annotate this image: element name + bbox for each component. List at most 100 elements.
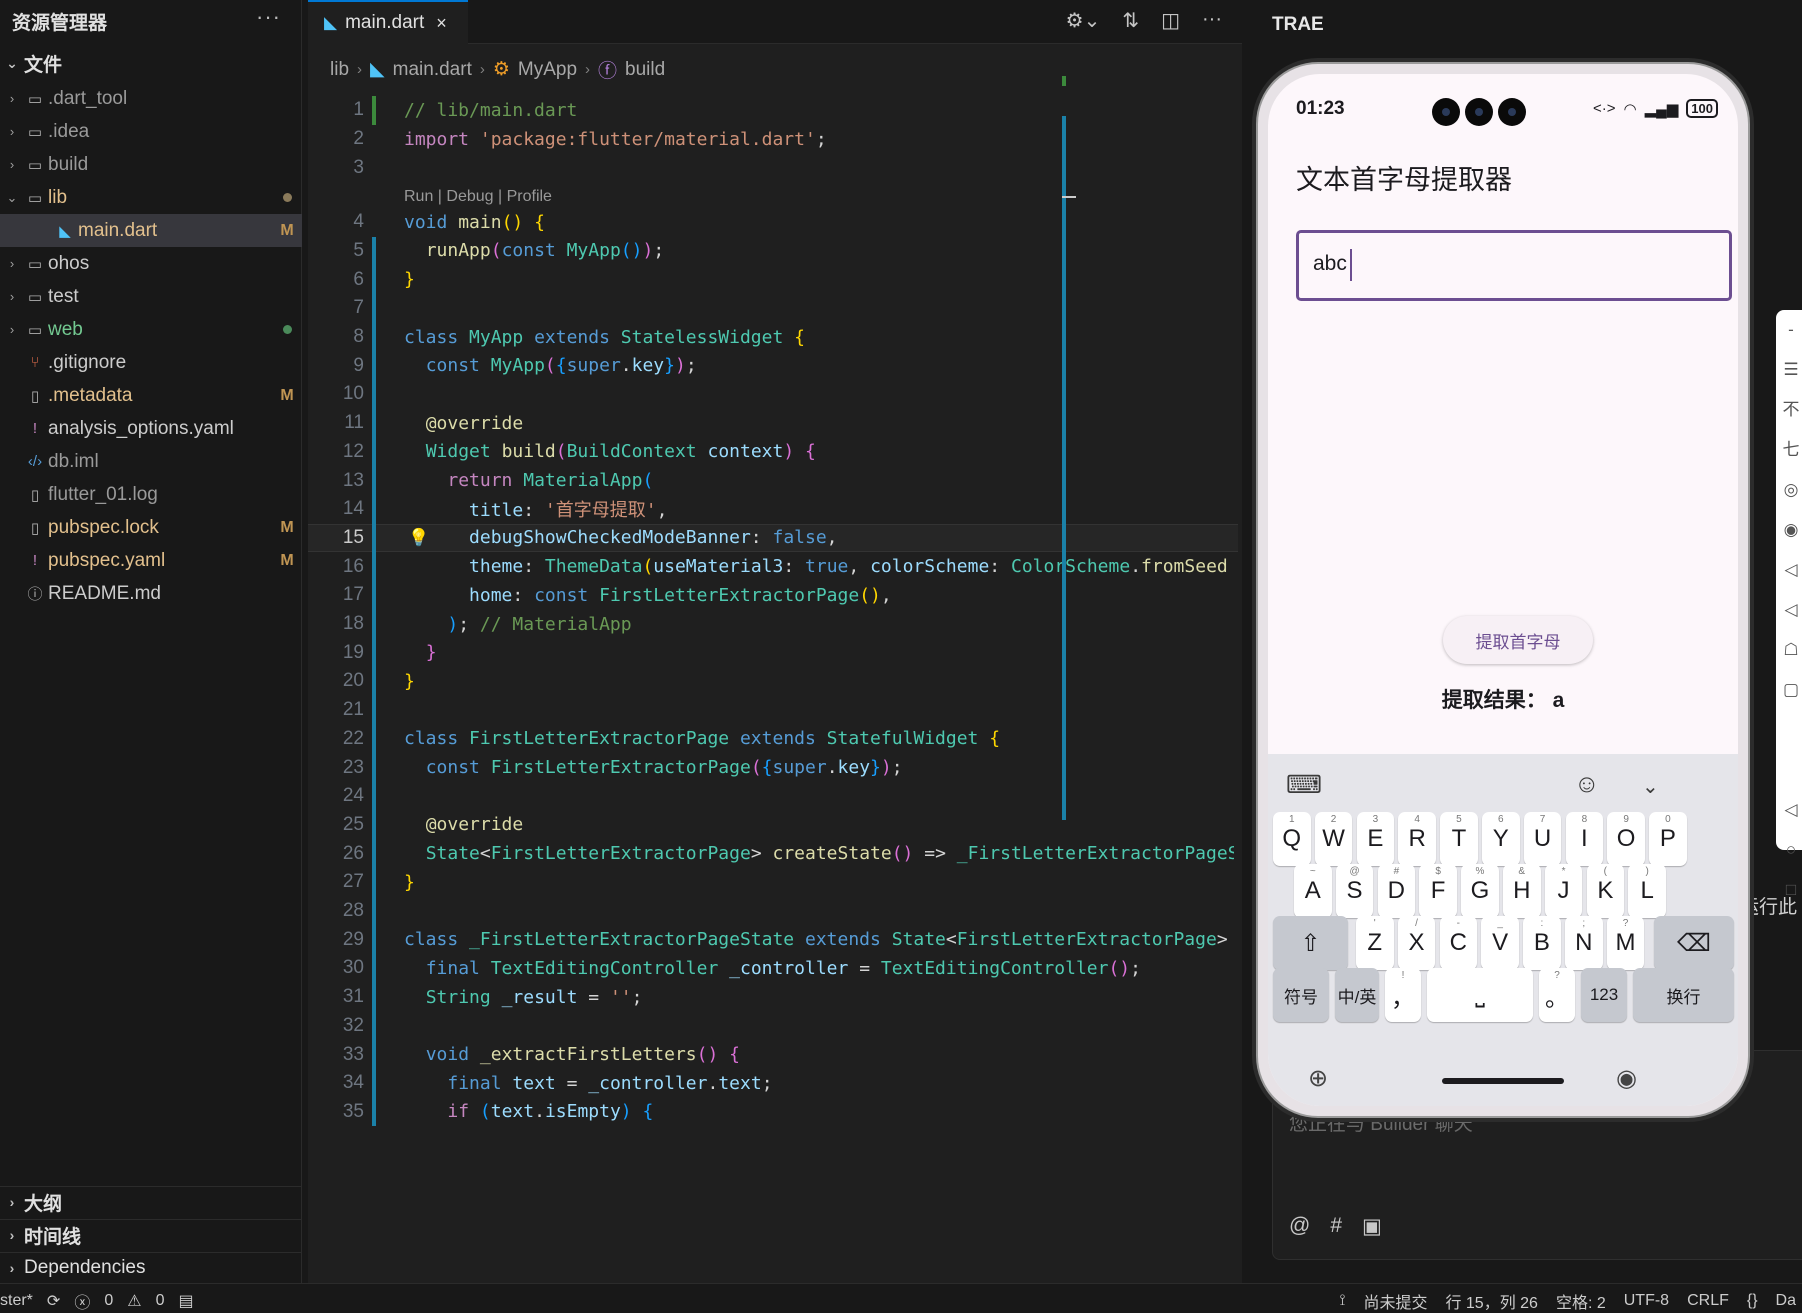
indent-setting[interactable]: 空格: 2 <box>1556 1289 1606 1313</box>
code-line[interactable]: 19 } <box>308 638 1238 667</box>
code-line[interactable]: 8 class MyApp extends StatelessWidget { <box>308 323 1238 352</box>
close-icon[interactable]: × <box>436 13 447 34</box>
keyboard-key[interactable]: @ S <box>1335 864 1374 918</box>
code-line[interactable]: 4 void main() { <box>308 208 1238 237</box>
breadcrumb-item[interactable]: MyApp <box>518 59 577 81</box>
tree-item[interactable]: › ▭ build <box>0 148 302 181</box>
code-line[interactable]: 2 import 'package:flutter/material.dart'; <box>308 125 1238 154</box>
keyboard-icon[interactable]: ⌨ <box>1286 770 1322 800</box>
tree-item[interactable]: ⑂ .gitignore <box>0 346 302 379</box>
tree-item[interactable]: ▯ .metadata M <box>0 379 302 412</box>
keyboard-key[interactable]: 7U <box>1523 812 1562 866</box>
image-icon[interactable]: ▣ <box>1362 1214 1382 1239</box>
run-debug-icon[interactable]: ⚙⌄ <box>1066 8 1101 33</box>
extract-button[interactable]: 提取首字母 <box>1443 616 1593 664</box>
code-line[interactable]: 1 // lib/main.dart <box>308 96 1238 125</box>
comma-key[interactable]: !， <box>1385 968 1421 1022</box>
code-line[interactable]: 3 <box>308 153 1238 182</box>
code-line[interactable]: 11 @override <box>308 409 1238 438</box>
tree-item[interactable]: ⓘ README.md <box>0 577 302 610</box>
keyboard-key[interactable]: 1Q <box>1273 812 1311 866</box>
keyboard-key[interactable]: * J <box>1544 864 1583 918</box>
toolbar-icon[interactable]: ◉ <box>1776 510 1802 550</box>
keyboard-key[interactable]: $ F <box>1419 864 1457 918</box>
timeline-section[interactable]: › 时间线 <box>0 1219 302 1250</box>
toolbar-icon[interactable]: 不 <box>1776 390 1802 430</box>
toolbar-icon[interactable]: ◁ <box>1776 590 1802 630</box>
code-line[interactable]: 32 <box>308 1012 1238 1041</box>
tree-item[interactable]: › ▭ test <box>0 280 302 313</box>
toolbar-icon[interactable]: ◁ <box>1776 790 1802 830</box>
tree-item[interactable]: › ▭ .dart_tool <box>0 82 302 115</box>
code-line[interactable]: 23 const FirstLetterExtractorPage({super… <box>308 753 1238 782</box>
toolbar-icon[interactable]: ◎ <box>1776 470 1802 510</box>
toolbar-icon[interactable]: ☖ <box>1776 630 1802 670</box>
language-toggle-key[interactable]: 中/英 <box>1335 968 1379 1022</box>
toolbar-icon[interactable] <box>1776 710 1802 750</box>
toolbar-icon[interactable] <box>1776 750 1802 790</box>
keyboard-key[interactable]: ~ A <box>1294 864 1332 918</box>
tree-item[interactable]: › ▭ .idea <box>0 115 302 148</box>
code-line[interactable]: 13 return MaterialApp( <box>308 466 1238 495</box>
keyboard-key[interactable]: # D <box>1377 864 1416 918</box>
braces-icon[interactable]: {} <box>1747 1292 1758 1310</box>
mention-icon[interactable]: @ <box>1289 1214 1310 1239</box>
code-line[interactable]: 17 home: const FirstLetterExtractorPage(… <box>308 581 1238 610</box>
keyboard-key[interactable]: _ V <box>1481 916 1519 970</box>
breadcrumb-item[interactable]: main.dart <box>393 59 472 81</box>
backspace-key[interactable]: ⌫ <box>1654 916 1734 970</box>
keyboard-key[interactable]: & H <box>1503 864 1541 918</box>
language-mode[interactable]: Da <box>1776 1292 1796 1310</box>
codelens-actions[interactable]: Run | Debug | Profile <box>404 188 552 206</box>
keyboard-key[interactable]: % G <box>1461 864 1499 918</box>
breadcrumb-item[interactable]: build <box>625 59 665 81</box>
tree-item[interactable]: › ▭ web <box>0 313 302 346</box>
tree-item[interactable]: ▯ flutter_01.log <box>0 478 302 511</box>
editor-scrollbar[interactable] <box>1230 96 1244 1246</box>
toolbar-icon[interactable]: 七 <box>1776 430 1802 470</box>
keyboard-key[interactable]: (K <box>1586 864 1625 918</box>
keyboard-key[interactable]: 6Y <box>1482 812 1520 866</box>
dependencies-section[interactable]: › Dependencies <box>0 1252 302 1283</box>
tree-item[interactable]: ! analysis_options.yaml <box>0 412 302 445</box>
keyboard-key[interactable]: 8I <box>1565 812 1604 866</box>
tree-item[interactable]: ◣ main.dart M <box>0 214 302 247</box>
terminal-icon[interactable]: ▤ <box>178 1291 193 1311</box>
voice-icon[interactable]: ◉ <box>1616 1064 1637 1093</box>
keyboard-key[interactable]: 3E <box>1356 812 1395 866</box>
numbers-key[interactable]: 123 <box>1581 968 1627 1022</box>
code-line[interactable]: 30 final TextEditingController _controll… <box>308 954 1238 983</box>
code-line[interactable]: 6} <box>308 265 1238 294</box>
code-line[interactable]: 5 runApp(const MyApp()); <box>308 237 1238 266</box>
keyboard-key[interactable]: 2W <box>1314 812 1353 866</box>
code-line[interactable]: 27} <box>308 868 1238 897</box>
warning-count[interactable]: 0 <box>156 1292 165 1310</box>
code-line[interactable]: 25 @override <box>308 811 1238 840</box>
tree-item[interactable]: ⌄ ▭ lib <box>0 181 302 214</box>
keyboard-key[interactable]: 4R <box>1398 812 1436 866</box>
code-line[interactable]: 7 <box>308 294 1238 323</box>
keyboard-key[interactable]: ; N <box>1565 916 1603 970</box>
toolbar-icon[interactable]: ◁ <box>1776 550 1802 590</box>
keyboard-key[interactable]: -C <box>1439 916 1478 970</box>
keyboard-key[interactable]: / X <box>1397 916 1436 970</box>
keyboard-key[interactable]: 9O <box>1607 812 1645 866</box>
shift-key[interactable]: ⇧ <box>1273 916 1348 970</box>
tab-main-dart[interactable]: ◣ main.dart × <box>308 0 468 44</box>
keyboard-key[interactable]: 5T <box>1440 812 1478 866</box>
code-line[interactable]: 31 String _result = ''; <box>308 983 1238 1012</box>
hash-icon[interactable]: # <box>1330 1214 1342 1239</box>
source-control-icon[interactable]: ⇅ <box>1122 8 1139 33</box>
code-line[interactable]: 15 debugShowCheckedModeBanner: false, 💡 <box>308 523 1238 553</box>
globe-icon[interactable]: ⊕ <box>1308 1064 1328 1093</box>
tree-item[interactable]: ‹/› db.iml <box>0 445 302 478</box>
period-key[interactable]: ?。 <box>1539 968 1575 1022</box>
commit-status[interactable]: 尚未提交 <box>1363 1289 1427 1313</box>
chevron-down-icon[interactable]: ⌄ <box>1642 774 1659 799</box>
code-line[interactable]: 12 Widget build(BuildContext context) { <box>308 438 1238 467</box>
code-line[interactable]: 29 class _FirstLetterExtractorPageState e… <box>308 925 1238 954</box>
branch-name[interactable]: ster* <box>0 1292 33 1310</box>
toolbar-icon[interactable]: ▢ <box>1776 670 1802 710</box>
toolbar-icon[interactable]: ○ <box>1776 830 1802 870</box>
files-section-header[interactable]: ⌄ 文件 <box>0 48 302 78</box>
